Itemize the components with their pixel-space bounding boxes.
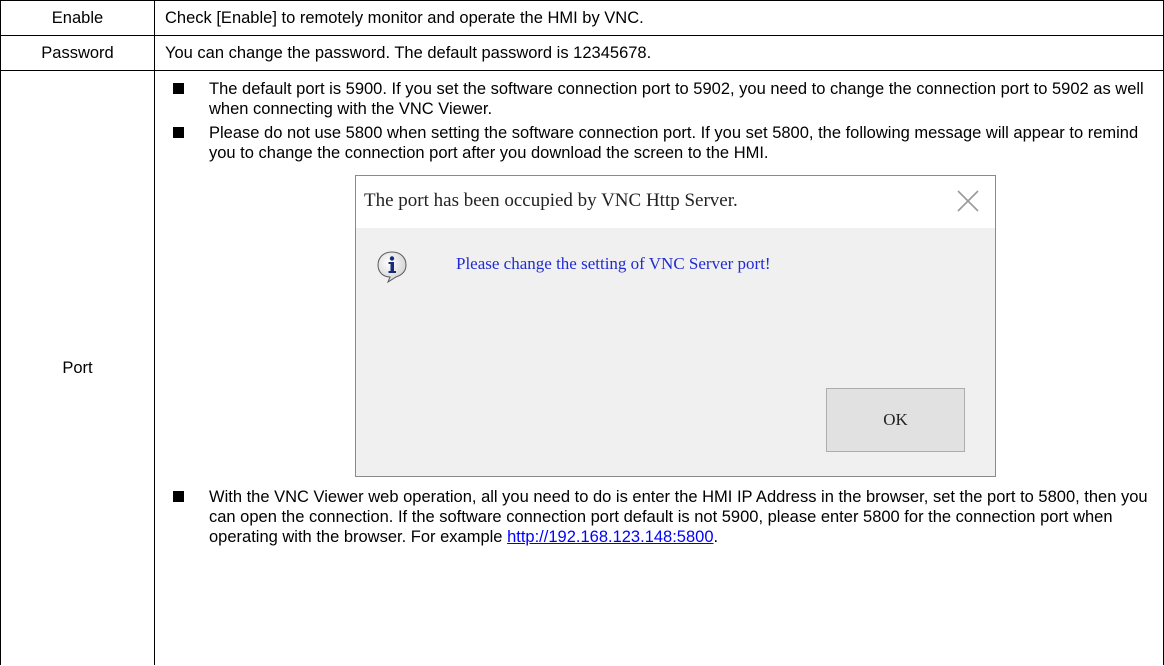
bullet-text: The default port is 5900. If you set the… xyxy=(209,80,1144,118)
warning-dialog: The port has been occupied by VNC Http S… xyxy=(355,175,996,477)
list-item: The default port is 5900. If you set the… xyxy=(165,79,1153,119)
row-label-port: Port xyxy=(0,70,155,665)
table-row-password: Password You can change the password. Th… xyxy=(0,35,1164,71)
bullet-text-end: . xyxy=(713,528,719,546)
settings-table: Enable Check [Enable] to remotely monito… xyxy=(0,0,1164,665)
info-icon xyxy=(377,251,407,284)
list-item: With the VNC Viewer web operation, all y… xyxy=(165,487,1153,547)
row-label-enable: Enable xyxy=(0,0,155,36)
dialog-message: Please change the setting of VNC Server … xyxy=(456,254,771,273)
dialog-titlebar: The port has been occupied by VNC Http S… xyxy=(356,176,995,228)
square-bullet-icon xyxy=(173,83,184,94)
list-item: Please do not use 5800 when setting the … xyxy=(165,123,1153,163)
close-icon[interactable] xyxy=(953,186,983,216)
dialog-title: The port has been occupied by VNC Http S… xyxy=(364,190,738,211)
row-description-password: You can change the password. The default… xyxy=(154,35,1164,71)
bullet-text: Please do not use 5800 when setting the … xyxy=(209,124,1139,162)
square-bullet-icon xyxy=(173,127,184,138)
row-description-port: The default port is 5900. If you set the… xyxy=(154,70,1164,665)
example-url-link[interactable]: http://192.168.123.148:5800 xyxy=(507,528,713,546)
row-label-password: Password xyxy=(0,35,155,71)
dialog-body: Please change the setting of VNC Server … xyxy=(356,228,995,476)
table-row-port: Port The default port is 5900. If you se… xyxy=(0,70,1164,665)
ok-button[interactable]: OK xyxy=(826,388,965,452)
row-description-enable: Check [Enable] to remotely monitor and o… xyxy=(154,0,1164,36)
table-row-enable: Enable Check [Enable] to remotely monito… xyxy=(0,0,1164,36)
square-bullet-icon xyxy=(173,491,184,502)
